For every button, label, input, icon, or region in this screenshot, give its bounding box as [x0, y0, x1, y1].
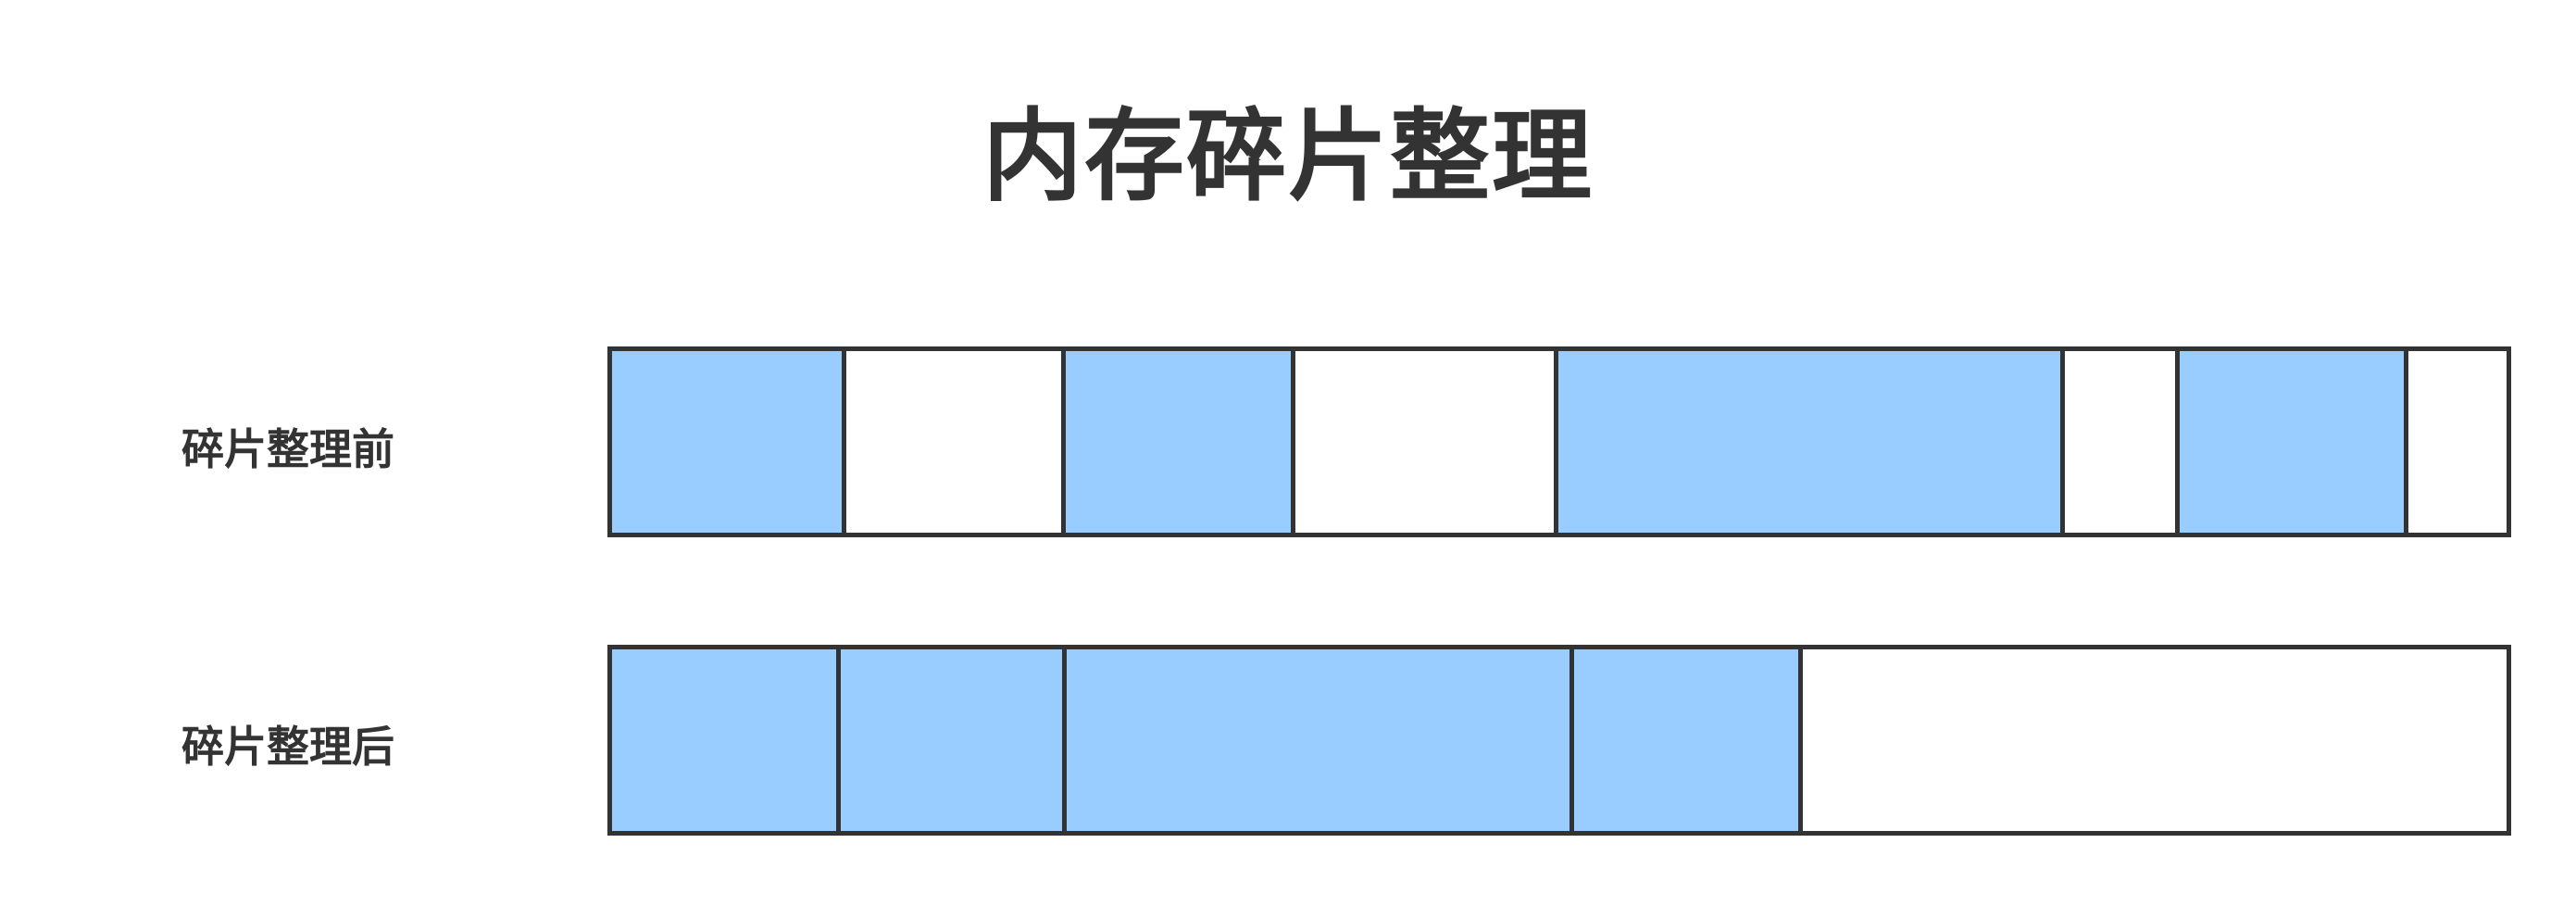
- memory-block-free: [1798, 649, 2507, 831]
- memory-block-used: [1554, 351, 2060, 533]
- memory-block-used: [1062, 649, 1569, 831]
- memory-block-used: [1569, 649, 1798, 831]
- memory-bar-after: [607, 645, 2511, 836]
- memory-block-used: [612, 649, 836, 831]
- memory-block-free: [2060, 351, 2175, 533]
- diagram-title: 内存碎片整理: [982, 99, 1594, 215]
- memory-bar-before: [607, 346, 2511, 537]
- memory-block-used: [612, 351, 842, 533]
- memory-block-free: [842, 351, 1061, 533]
- memory-block-used: [836, 649, 1062, 831]
- memory-block-free: [2404, 351, 2507, 533]
- row-label-before: 碎片整理前: [181, 424, 394, 474]
- row-label-after: 碎片整理后: [181, 722, 394, 772]
- memory-block-free: [1291, 351, 1554, 533]
- memory-block-used: [2175, 351, 2404, 533]
- memory-block-used: [1061, 351, 1291, 533]
